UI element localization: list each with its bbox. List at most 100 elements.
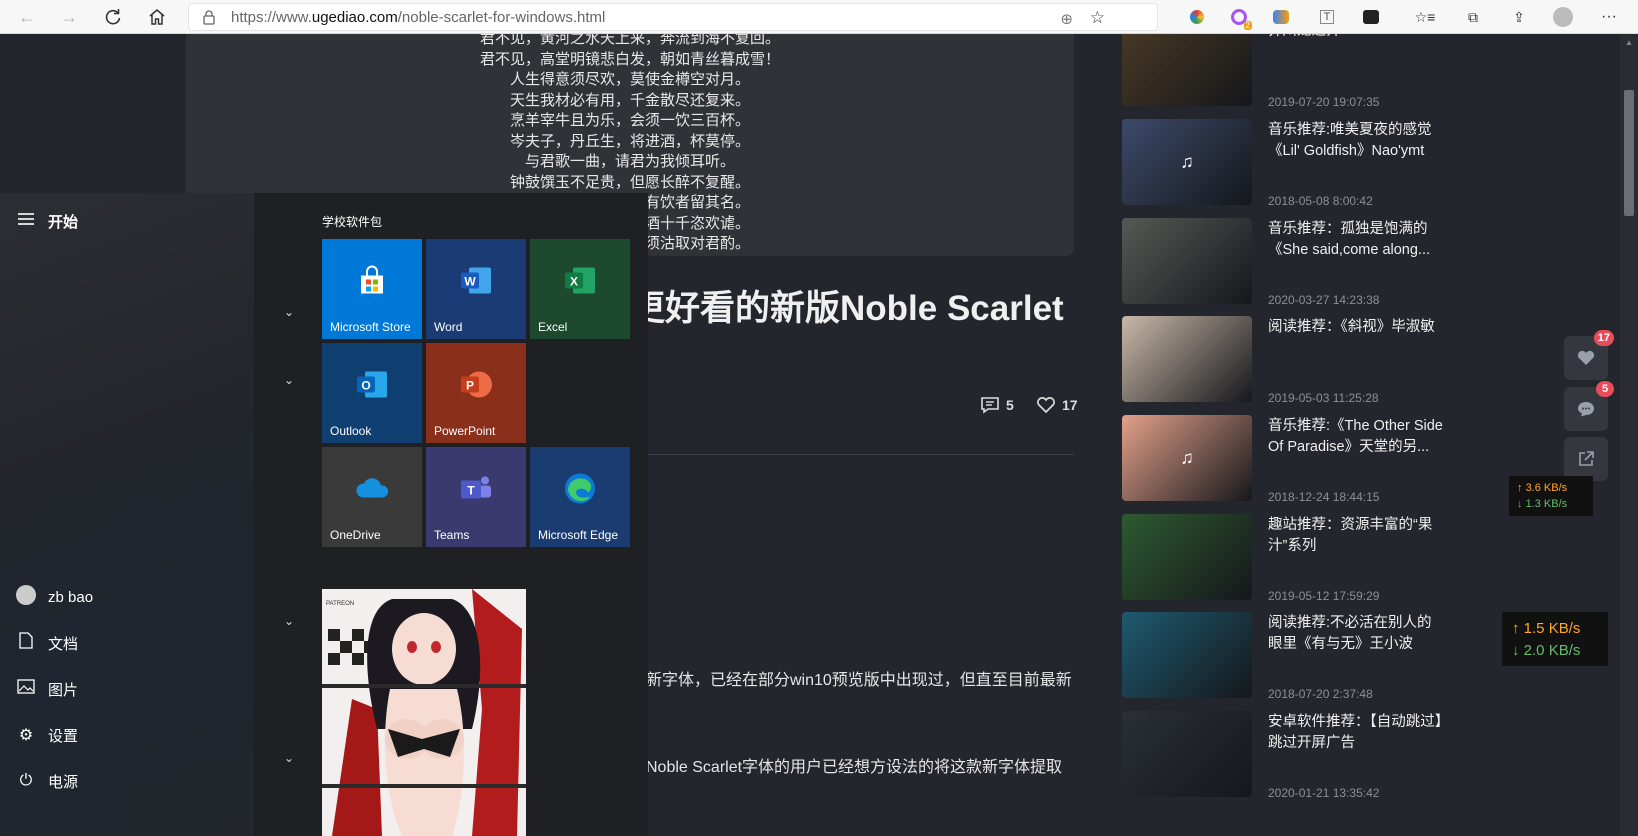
- home-icon[interactable]: [144, 4, 170, 30]
- anime-illustration-image: PATREON: [322, 589, 526, 836]
- start-menu-expand-button[interactable]: 开始: [14, 206, 78, 236]
- share-icon[interactable]: ⇪: [1508, 6, 1530, 28]
- favorite-star-icon[interactable]: ☆: [1090, 8, 1105, 28]
- svg-text:P: P: [466, 379, 474, 393]
- article-thumbnail[interactable]: [1122, 316, 1252, 402]
- app-tile-store[interactable]: Microsoft Store: [322, 239, 422, 339]
- sidebar-article-item[interactable]: 阅读推荐:不必活在别人的眼里《有与无》王小波 2018-07-20 2:37:48: [1122, 604, 1462, 704]
- sidebar-article-item[interactable]: 阅读推荐：《斜视》毕淑敏 2019-05-03 11:25:28: [1122, 308, 1462, 408]
- page-scrollbar[interactable]: ▲: [1620, 34, 1638, 836]
- article-thumbnail[interactable]: [1122, 711, 1252, 797]
- sidebar-article-item[interactable]: ♫ 音乐推荐:唯美夏夜的感觉《Lil' Goldfish》Nao'ymt 2018-…: [1122, 111, 1462, 211]
- sidebar-article-title[interactable]: 芥川龙之介: [1268, 34, 1443, 42]
- poem-line: 烹羊宰牛且为乐，会须一饮三百杯。: [509, 111, 750, 129]
- sidebar-article-item[interactable]: 音乐推荐：孤独是饱满的《She said,come along... 2020-0…: [1122, 210, 1462, 310]
- app-tile-word[interactable]: W Word: [426, 239, 526, 339]
- power-button[interactable]: ⏻ 电源: [14, 766, 78, 796]
- sidebar-article-title[interactable]: 安卓软件推荐：【自动跳过】跳过开屏广告: [1268, 712, 1443, 754]
- refresh-icon[interactable]: [100, 4, 126, 30]
- app-tile-excel[interactable]: X Excel: [530, 239, 630, 339]
- extension-t-icon[interactable]: T: [1316, 6, 1338, 28]
- extension-color-icon[interactable]: [1186, 6, 1208, 28]
- documents-button[interactable]: 文档: [14, 628, 78, 658]
- chevron-down-icon[interactable]: ⌄: [284, 751, 294, 765]
- app-tile-outlook[interactable]: O Outlook: [322, 343, 422, 443]
- onedrive-icon: [355, 478, 389, 505]
- like-count[interactable]: 17: [1036, 396, 1078, 414]
- scroll-up-icon[interactable]: ▲: [1625, 38, 1633, 47]
- photo-tile[interactable]: PATREON: [322, 589, 526, 836]
- app-tile-label: Outlook: [330, 424, 372, 438]
- gear-icon: ⚙: [18, 727, 34, 744]
- edge-icon: [562, 471, 598, 512]
- sidebar-article-item[interactable]: 安卓软件推荐：【自动跳过】跳过开屏广告 2020-01-21 13:35:42: [1122, 703, 1462, 803]
- poem-line: 君不见，黄河之水天上来，奔流到海不复回。: [479, 34, 780, 47]
- network-speed-large: ↑ 1.5 KB/s ↓ 2.0 KB/s: [1502, 612, 1608, 666]
- sidebar-article-item[interactable]: 趣站推荐：资源丰富的“果汁”系列 2019-05-12 17:59:29: [1122, 506, 1462, 606]
- favorites-list-icon[interactable]: ☆≡: [1414, 6, 1436, 28]
- more-menu-icon[interactable]: ···: [1598, 6, 1620, 28]
- app-tile-onedrive[interactable]: OneDrive: [322, 447, 422, 547]
- profile-avatar-icon[interactable]: [1552, 6, 1574, 28]
- power-icon: ⏻: [19, 772, 33, 789]
- comment-badge: 5: [1596, 381, 1614, 397]
- extension-dark-icon[interactable]: [1360, 6, 1382, 28]
- chevron-down-icon[interactable]: ⌄: [284, 614, 294, 628]
- settings-label: 设置: [48, 727, 79, 745]
- add-circle-icon[interactable]: ⊕: [1060, 10, 1073, 28]
- app-tile-label: Excel: [538, 320, 568, 334]
- poem-line: 君不见，高堂明镜悲白发，朝如青丝暮成雪！: [479, 49, 780, 68]
- sidebar-article-date: 2020-01-21 13:35:42: [1268, 786, 1380, 800]
- scrollbar-thumb[interactable]: [1624, 90, 1634, 216]
- sidebar-article-item[interactable]: 芥川龙之介 2019-07-20 19:07:35: [1122, 34, 1462, 112]
- settings-button[interactable]: ⚙ 设置: [14, 720, 78, 750]
- article-thumbnail[interactable]: [1122, 612, 1252, 698]
- sidebar-article-date: 2018-12-24 18:44:15: [1268, 490, 1380, 504]
- article-thumbnail[interactable]: [1122, 34, 1252, 106]
- svg-text:T: T: [467, 484, 475, 498]
- user-account-button[interactable]: zb bao: [14, 582, 93, 612]
- music-note-icon: ♫: [1180, 151, 1194, 172]
- float-comment-button[interactable]: 5: [1564, 381, 1614, 431]
- address-bar[interactable]: https://www.ugediao.com/noble-scarlet-fo…: [188, 3, 1158, 31]
- sidebar-article-item[interactable]: ♫ 音乐推荐:《The Other Side Of Paradise》天堂的另..…: [1122, 407, 1462, 507]
- chevron-down-icon[interactable]: ⌄: [284, 305, 294, 319]
- app-tile-label: PowerPoint: [434, 424, 496, 438]
- app-tile-label: OneDrive: [330, 528, 381, 542]
- sidebar-article-title[interactable]: 趣站推荐：资源丰富的“果汁”系列: [1268, 515, 1443, 557]
- sidebar-article-date: 2019-05-12 17:59:29: [1268, 589, 1380, 603]
- start-menu: 开始 zb bao 文档 图片 ⚙ 设置 ⏻ 电源 ⌄ ⌄ ⌄ ⌄ 学校软件包 …: [0, 193, 648, 836]
- upload-speed-large: ↑ 1.5 KB/s: [1512, 620, 1581, 637]
- chevron-down-icon[interactable]: ⌄: [284, 373, 294, 387]
- article-thumbnail[interactable]: [1122, 218, 1252, 304]
- pictures-button[interactable]: 图片: [14, 674, 78, 704]
- article-thumbnail[interactable]: ♫: [1122, 119, 1252, 205]
- sidebar-article-title[interactable]: 音乐推荐:《The Other Side Of Paradise》天堂的另...: [1268, 416, 1443, 458]
- float-like-button[interactable]: 17: [1564, 330, 1614, 380]
- download-speed-large: ↓ 2.0 KB/s: [1512, 642, 1581, 659]
- app-tile-powerpoint[interactable]: P PowerPoint: [426, 343, 526, 443]
- external-link-icon: [1579, 451, 1594, 466]
- collections-icon[interactable]: ⧉: [1462, 6, 1484, 28]
- hamburger-menu-icon: [14, 212, 38, 231]
- comment-count-value: 5: [1006, 397, 1014, 413]
- article-thumbnail[interactable]: ♫: [1122, 415, 1252, 501]
- sidebar-article-title[interactable]: 阅读推荐:不必活在别人的眼里《有与无》王小波: [1268, 613, 1443, 655]
- sidebar-article-title[interactable]: 音乐推荐：孤独是饱满的《She said,come along...: [1268, 219, 1443, 261]
- extension-purple-icon[interactable]: 2: [1228, 6, 1252, 30]
- sidebar-article-title[interactable]: 阅读推荐：《斜视》毕淑敏: [1268, 317, 1443, 338]
- app-tile-edge[interactable]: Microsoft Edge: [530, 447, 630, 547]
- back-arrow-icon[interactable]: ←: [14, 4, 40, 30]
- comment-count[interactable]: 5: [980, 396, 1014, 414]
- tile-group-title[interactable]: 学校软件包: [322, 213, 382, 230]
- url-text: https://www.ugediao.com/noble-scarlet-fo…: [231, 9, 606, 26]
- poem-line: 天生我材必有用，千金散尽还复来。: [509, 90, 750, 109]
- app-tile-teams[interactable]: T Teams: [426, 447, 526, 547]
- forward-arrow-icon[interactable]: →: [56, 4, 82, 30]
- float-share-button[interactable]: [1564, 437, 1608, 481]
- extension-bird-icon[interactable]: [1270, 6, 1292, 28]
- sidebar-article-title[interactable]: 音乐推荐:唯美夏夜的感觉《Lil' Goldfish》Nao'ymt: [1268, 120, 1443, 162]
- poem-line: 岑夫子，丹丘生，将进酒，杯莫停。: [509, 131, 750, 150]
- article-thumbnail[interactable]: [1122, 514, 1252, 600]
- sidebar-article-date: 2019-05-03 11:25:28: [1268, 391, 1379, 405]
